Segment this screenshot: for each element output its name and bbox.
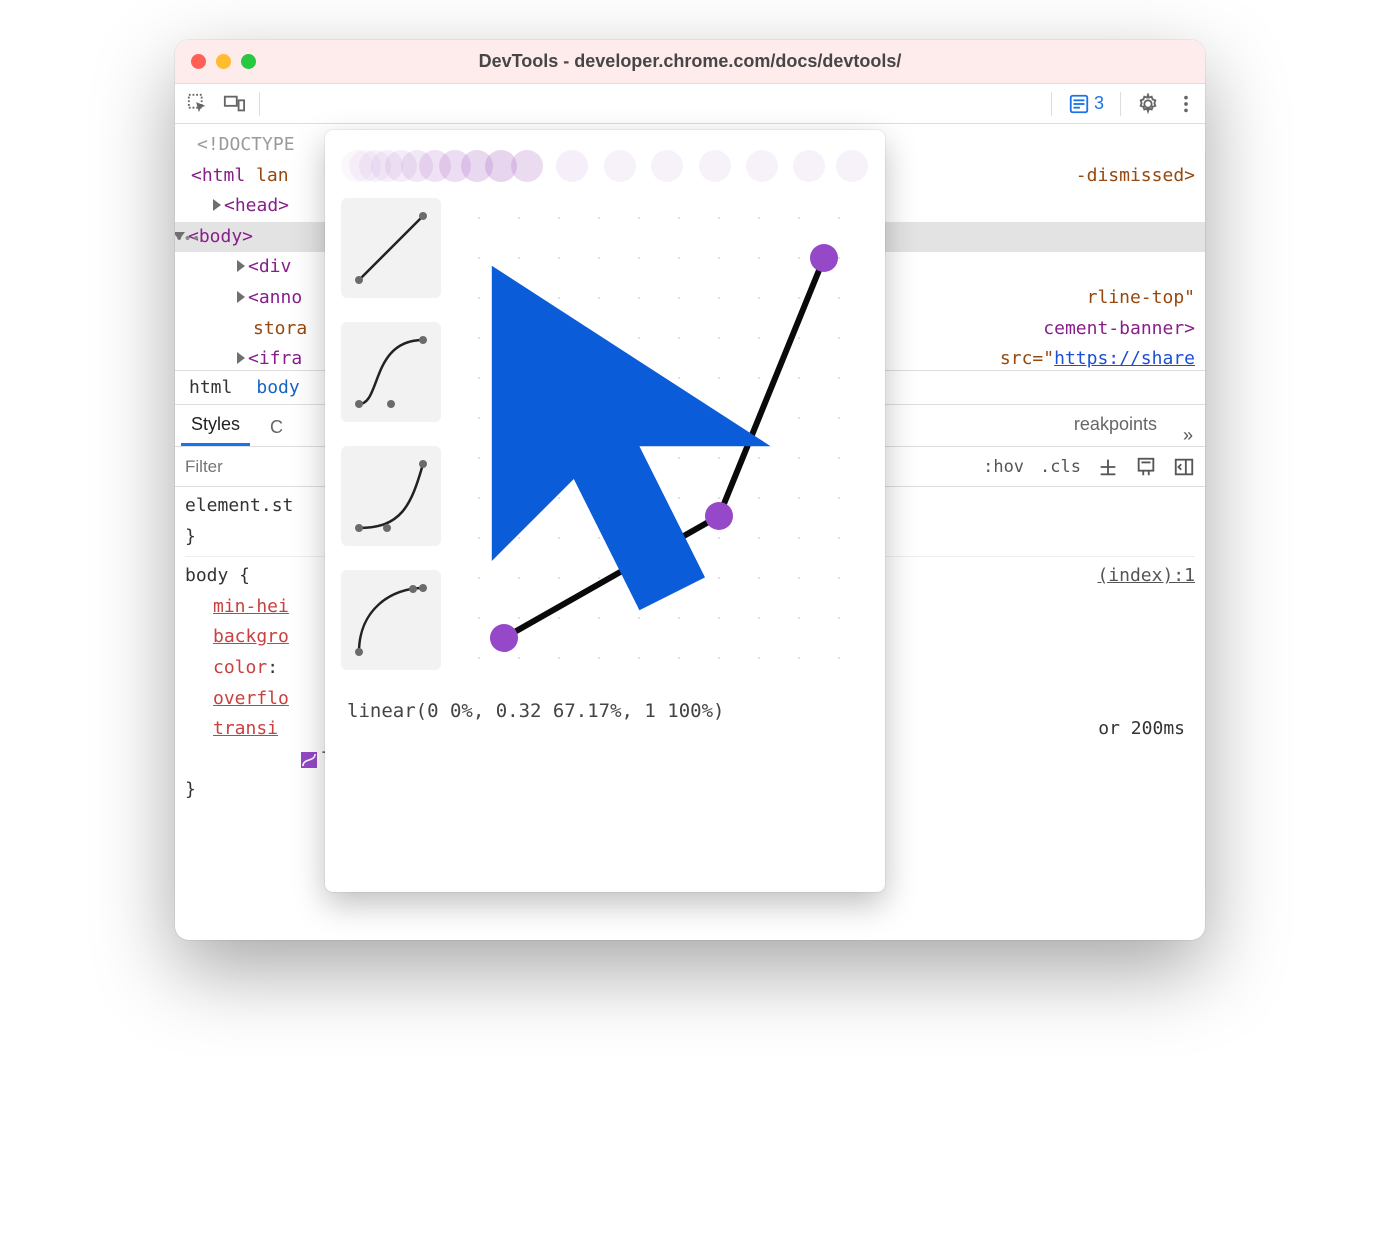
rule-source-link[interactable]: (index):1 (1097, 561, 1195, 592)
easing-swatch-icon[interactable] (301, 752, 317, 768)
preset-linear[interactable] (341, 198, 441, 298)
easing-presets-list (341, 198, 441, 678)
tab-breakpoints-fragment[interactable]: reakpoints (1064, 404, 1167, 446)
collapse-icon[interactable] (175, 232, 185, 240)
hov-toggle[interactable]: :hov (983, 457, 1024, 477)
device-toolbar-icon[interactable] (223, 93, 245, 115)
css-prop-min-height[interactable]: min-hei (213, 596, 289, 617)
attr-fragment: rline-top" (1087, 287, 1195, 308)
issues-badge[interactable]: 3 (1068, 93, 1104, 115)
preset-ease-in[interactable] (341, 446, 441, 546)
expand-icon[interactable] (213, 199, 221, 211)
tab-truncated[interactable]: C (260, 407, 293, 446)
easing-preview-track (341, 144, 869, 188)
breadcrumb-html[interactable]: html (189, 377, 232, 398)
text-node: stora (253, 318, 307, 339)
inspect-element-icon[interactable] (187, 93, 209, 115)
url-fragment: https://share (1054, 348, 1195, 369)
css-prop-overflow[interactable]: overflo (213, 688, 289, 709)
tab-styles[interactable]: Styles (181, 404, 250, 446)
devtools-window: DevTools - developer.chrome.com/docs/dev… (175, 40, 1205, 940)
breadcrumb-body[interactable]: body (256, 377, 299, 398)
toolbar-separator (1051, 92, 1052, 116)
doctype-node: <!DOCTYPE (191, 134, 295, 155)
html-tag[interactable]: <html (191, 165, 245, 186)
expand-icon[interactable] (237, 352, 245, 364)
panel-toggle-icon[interactable] (1173, 456, 1195, 478)
toolbar-separator (1120, 92, 1121, 116)
maximize-window-button[interactable] (241, 54, 256, 69)
iframe-tag[interactable]: <ifra (248, 348, 302, 369)
css-prop-background[interactable]: backgro (213, 626, 289, 647)
easing-curve-editor[interactable] (459, 198, 869, 678)
gear-icon[interactable] (1137, 93, 1159, 115)
kebab-menu-icon[interactable] (1175, 93, 1197, 115)
close-window-button[interactable] (191, 54, 206, 69)
rule-selector[interactable]: body { (185, 561, 250, 592)
titlebar: DevTools - developer.chrome.com/docs/dev… (175, 40, 1205, 84)
css-prop-color[interactable]: color (213, 657, 267, 678)
devtools-toolbar: 3 (175, 84, 1205, 124)
cls-toggle[interactable]: .cls (1040, 457, 1081, 477)
css-prop-transition[interactable]: transi (213, 718, 278, 739)
more-tabs-icon[interactable]: » (1177, 425, 1199, 446)
easing-editor-popover: linear(0 0%, 0.32 67.17%, 1 100%) (325, 130, 885, 892)
toolbar-separator (259, 92, 260, 116)
new-rule-icon[interactable] (1097, 456, 1119, 478)
computed-icon[interactable] (1135, 456, 1157, 478)
window-title: DevTools - developer.chrome.com/docs/dev… (175, 51, 1205, 72)
closing-tag-fragment: cement-banner> (1043, 318, 1195, 339)
expand-icon[interactable] (237, 291, 245, 303)
preset-ease-out[interactable] (341, 570, 441, 670)
div-tag[interactable]: <div (248, 256, 291, 277)
minimize-window-button[interactable] (216, 54, 231, 69)
issues-count: 3 (1094, 93, 1104, 114)
easing-readout: linear(0 0%, 0.32 67.17%, 1 100%) (341, 700, 869, 722)
expand-icon[interactable] (237, 260, 245, 272)
element-tag[interactable]: <anno (248, 287, 302, 308)
traffic-lights (175, 54, 256, 69)
head-tag[interactable]: <head> (224, 195, 289, 216)
cursor-pointer-icon (459, 198, 869, 678)
attr-fragment: -dismissed> (1076, 161, 1195, 192)
preset-ease-in-out[interactable] (341, 322, 441, 422)
css-value-fragment: or 200ms (1098, 714, 1185, 745)
